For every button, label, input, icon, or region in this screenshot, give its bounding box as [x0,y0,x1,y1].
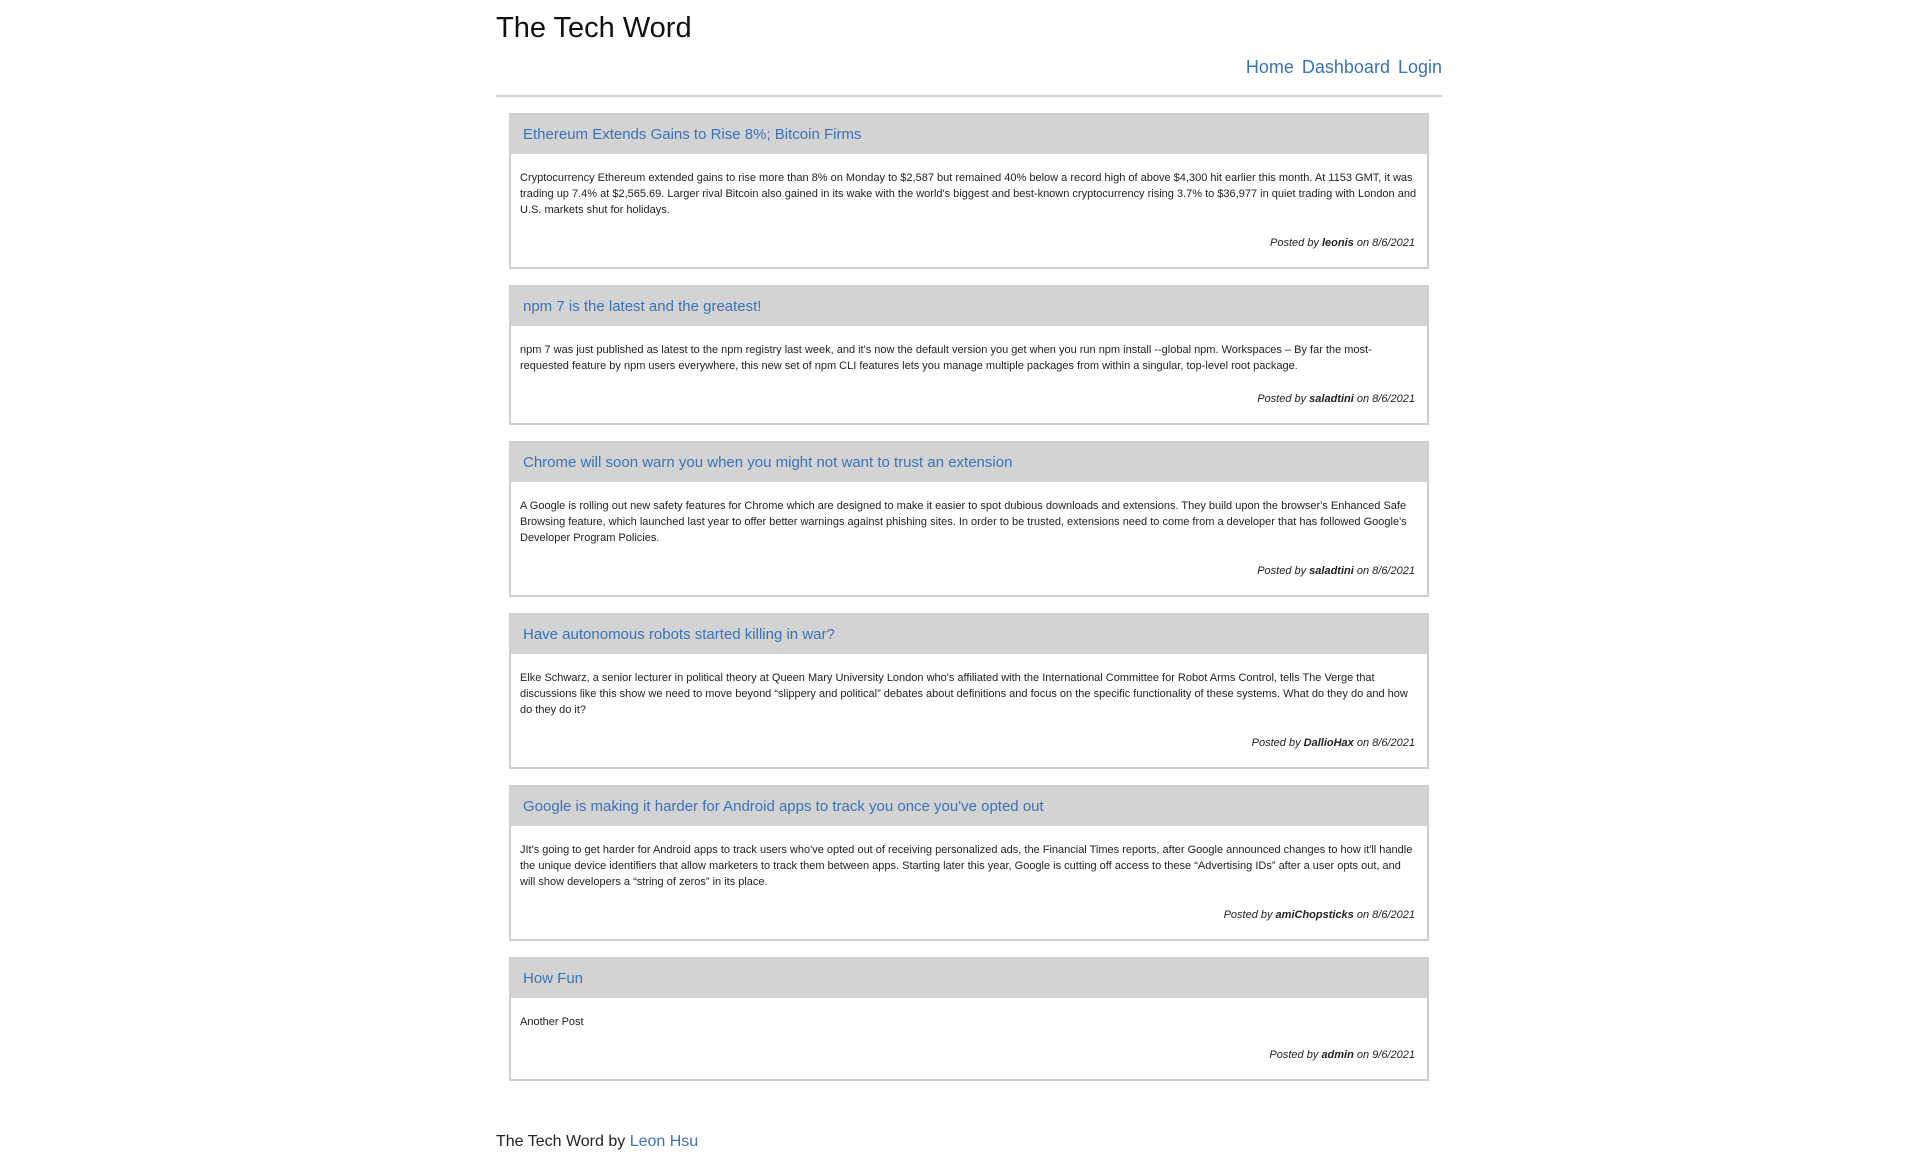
post-date: 8/6/2021 [1372,565,1415,577]
posted-on-label: on [1356,565,1370,577]
post-date: 8/6/2021 [1372,393,1415,405]
post-meta: Posted by amiChopsticks on 8/6/2021 [520,907,1415,923]
post-date: 8/6/2021 [1372,909,1415,921]
post-title-link[interactable]: Ethereum Extends Gains to Rise 8%; Bitco… [523,126,861,143]
posted-by-label: Posted by [1257,565,1307,577]
post-content: npm 7 was just published as latest to th… [520,344,1372,372]
post-body: npm 7 was just published as latest to th… [511,326,1427,423]
post-meta: Posted by saladtini on 8/6/2021 [520,391,1415,407]
posted-on-label: on [1356,737,1370,749]
post-meta: Posted by DallioHax on 8/6/2021 [520,735,1415,751]
post-title-link[interactable]: Chrome will soon warn you when you might… [523,454,1012,471]
post-list: Ethereum Extends Gains to Rise 8%; Bitco… [509,113,1429,1097]
posted-on-label: on [1356,393,1370,405]
post-header: How Fun [511,959,1427,998]
posted-by-label: Posted by [1223,909,1273,921]
post-content: JIt's going to get harder for Android ap… [520,844,1413,888]
site-title: The Tech Word [496,12,692,44]
nav-home-link[interactable]: Home [1246,57,1294,78]
post-card: npm 7 is the latest and the greatest! np… [509,285,1429,425]
post-content: A Google is rolling out new safety featu… [520,500,1407,544]
post-header: Ethereum Extends Gains to Rise 8%; Bitco… [511,115,1427,154]
header-divider [496,95,1442,97]
post-date: 9/6/2021 [1372,1049,1415,1061]
post-meta: Posted by admin on 9/6/2021 [520,1047,1415,1063]
post-author: amiChopsticks [1275,909,1354,921]
post-body: Cryptocurrency Ethereum extended gains t… [511,154,1427,267]
post-body: A Google is rolling out new safety featu… [511,482,1427,595]
post-card: Google is making it harder for Android a… [509,785,1429,941]
nav-dashboard-link[interactable]: Dashboard [1302,57,1390,78]
posted-by-label: Posted by [1270,237,1319,249]
post-author: leonis [1322,237,1354,249]
posted-on-label: on [1356,909,1370,921]
post-card: Ethereum Extends Gains to Rise 8%; Bitco… [509,113,1429,269]
post-author: admin [1321,1049,1354,1061]
post-date: 8/6/2021 [1372,237,1415,249]
footer-text: The Tech Word by [496,1133,626,1150]
post-meta: Posted by leonis on 8/6/2021 [520,235,1415,251]
top-nav: Home Dashboard Login [1246,57,1442,78]
posted-on-label: on [1356,237,1370,249]
footer-author-link[interactable]: Leon Hsu [630,1133,699,1150]
posted-by-label: Posted by [1251,737,1301,749]
post-card: How Fun Another Post Posted by admin on … [509,957,1429,1081]
page-footer: The Tech Word by Leon Hsu [496,1133,698,1151]
post-content: Another Post [520,1016,584,1028]
post-header: npm 7 is the latest and the greatest! [511,287,1427,326]
posted-on-label: on [1356,1049,1370,1061]
post-title-link[interactable]: Google is making it harder for Android a… [523,798,1044,815]
post-meta: Posted by saladtini on 8/6/2021 [520,563,1415,579]
posted-by-label: Posted by [1269,1049,1319,1061]
post-body: Another Post Posted by admin on 9/6/2021 [511,998,1427,1079]
post-header: Google is making it harder for Android a… [511,787,1427,826]
post-card: Chrome will soon warn you when you might… [509,441,1429,597]
post-content: Elke Schwarz, a senior lecturer in polit… [520,672,1408,716]
post-body: Elke Schwarz, a senior lecturer in polit… [511,654,1427,767]
post-body: JIt's going to get harder for Android ap… [511,826,1427,939]
post-title-link[interactable]: npm 7 is the latest and the greatest! [523,298,761,315]
post-author: DallioHax [1303,737,1354,749]
post-header: Chrome will soon warn you when you might… [511,443,1427,482]
post-title-link[interactable]: How Fun [523,970,583,987]
post-content: Cryptocurrency Ethereum extended gains t… [520,172,1417,216]
nav-login-link[interactable]: Login [1398,57,1442,78]
post-title-link[interactable]: Have autonomous robots started killing i… [523,626,835,643]
posted-by-label: Posted by [1257,393,1307,405]
post-card: Have autonomous robots started killing i… [509,613,1429,769]
post-header: Have autonomous robots started killing i… [511,615,1427,654]
post-author: saladtini [1309,393,1354,405]
post-date: 8/6/2021 [1372,737,1415,749]
post-author: saladtini [1309,565,1354,577]
